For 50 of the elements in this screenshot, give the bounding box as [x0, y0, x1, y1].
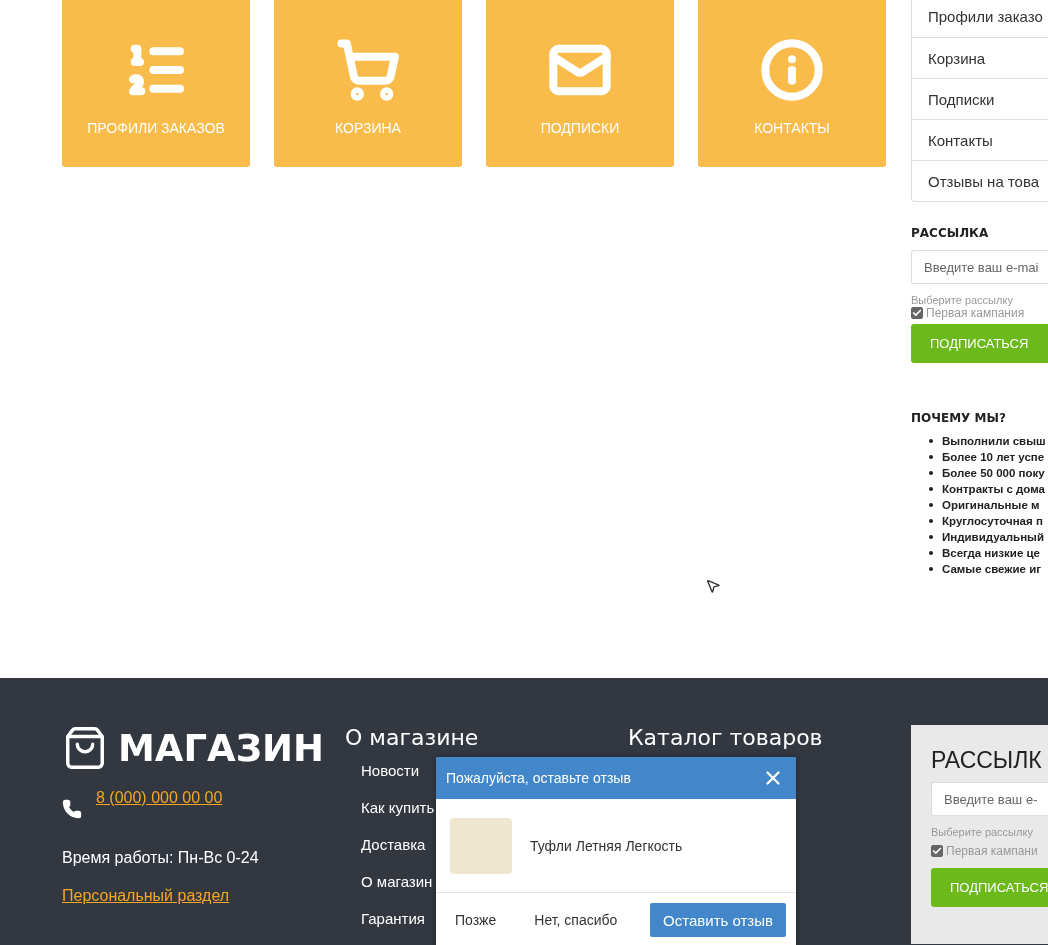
menu-item[interactable]: Корзина — [912, 37, 1048, 78]
list-item: Выполнили свыш — [942, 435, 1046, 447]
list-item: Более 50 000 поку — [942, 467, 1045, 479]
photo-placeholder — [450, 817, 512, 874]
bullet-icon — [929, 535, 933, 539]
menu-item[interactable]: Подписки — [912, 78, 1048, 119]
column-title: Каталог товаров — [628, 725, 824, 750]
bullet-icon — [929, 487, 933, 491]
newsletter-hint: Выберите рассылку — [911, 294, 1014, 306]
bullet-icon — [929, 551, 933, 555]
product-name: Туфли Летняя Легкость — [530, 837, 683, 854]
column-title: О магазине — [345, 725, 480, 750]
cart-icon — [336, 38, 400, 102]
phone-link[interactable]: 8 (000) 000 00 00 — [96, 789, 223, 807]
dialog-button[interactable]: Нет, спасибо — [515, 903, 637, 937]
bullet-icon — [929, 503, 933, 507]
newsletter-title: РАССЫЛК — [931, 747, 1043, 774]
bullet-icon — [929, 455, 933, 459]
bullet-icon — [929, 439, 933, 443]
logo-text: МАГАЗИН — [118, 726, 324, 770]
list-item: Более 10 лет успе — [942, 451, 1045, 463]
bullet-icon — [929, 471, 933, 475]
dialog-title: Пожалуйста, оставьте отзыв — [446, 770, 631, 786]
bullet-icon — [929, 519, 933, 523]
list-item: Индивидуальный — [942, 531, 1044, 543]
newsletter-title: РАССЫЛКА — [911, 226, 990, 240]
bullet-icon — [929, 567, 933, 571]
mouse-cursor-icon — [705, 578, 721, 594]
menu-item[interactable]: Отзывы на това — [912, 160, 1048, 201]
phone-icon — [62, 799, 82, 819]
menu-item[interactable]: Контакты — [912, 119, 1048, 160]
menu-item[interactable]: Профили заказо — [912, 0, 1048, 37]
leave-review-button[interactable]: Оставить отзыв — [650, 903, 786, 937]
newsletter-hint: Выберите рассылку — [931, 826, 1034, 838]
list-item: Контракты с дома — [942, 483, 1045, 495]
checkbox[interactable] — [931, 845, 943, 857]
working-hours: Время работы: Пн-Вс 0-24 — [62, 849, 260, 867]
checkbox-label: Первая кампани — [946, 844, 1038, 858]
info-icon — [760, 38, 824, 102]
why-us-title: ПОЧЕМУ МЫ? — [911, 411, 1007, 425]
list-item: Оригинальные м — [942, 499, 1040, 511]
email-field[interactable]: Введите ваш e- — [931, 782, 1048, 816]
list-item: Всегда низкие це — [942, 547, 1040, 559]
dialog-button[interactable]: Позже — [436, 903, 516, 937]
checkbox-label: Первая кампания — [926, 306, 1025, 320]
checkbox[interactable] — [911, 307, 923, 319]
list-item: Самые свежие иг — [942, 563, 1041, 575]
personal-section-link[interactable]: Персональный раздел — [62, 887, 230, 905]
list-item: Круглосуточная п — [942, 515, 1043, 527]
email-field[interactable]: Введите ваш e-mai — [911, 250, 1048, 284]
